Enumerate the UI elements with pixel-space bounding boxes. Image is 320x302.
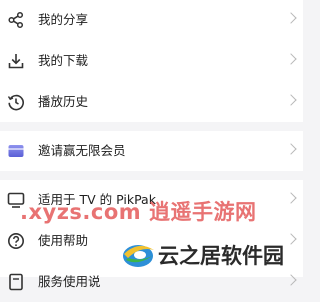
chevron-right-icon: [285, 12, 297, 24]
menu-item-label: 使用帮助: [38, 233, 89, 248]
share-icon: [6, 10, 26, 30]
menu-item-label: 邀请赢无限会员: [38, 143, 126, 158]
menu-item-my-shares[interactable]: 我的分享: [0, 0, 303, 40]
chevron-right-icon: [285, 274, 297, 286]
membership-card-icon: [6, 141, 26, 161]
document-icon: [6, 272, 26, 292]
menu-group-primary: 我的分享 我的下载 播放历史: [0, 0, 303, 122]
menu-item-invite-membership[interactable]: 邀请赢无限会员: [0, 131, 303, 171]
brand-logo-icon: [118, 232, 158, 272]
menu-item-my-downloads[interactable]: 我的下载: [0, 41, 303, 81]
chevron-right-icon: [285, 192, 297, 204]
site-watermark: .xyzs.com 逍遥手游网: [20, 200, 257, 224]
menu-item-label: 我的分享: [38, 12, 89, 27]
menu-item-label: 播放历史: [38, 94, 89, 109]
brand-watermark: 云之居软件园: [158, 244, 284, 268]
download-icon: [6, 51, 26, 71]
menu-item-play-history[interactable]: 播放历史: [0, 82, 303, 122]
chevron-right-icon: [285, 94, 297, 106]
menu-group-promo: 邀请赢无限会员: [0, 131, 303, 171]
chevron-right-icon: [285, 233, 297, 245]
chevron-right-icon: [285, 143, 297, 155]
history-icon: [6, 92, 26, 112]
menu-item-label: 我的下载: [38, 53, 89, 68]
chevron-right-icon: [285, 53, 297, 65]
menu-item-label: 服务使用说: [38, 274, 101, 289]
help-icon: [6, 231, 26, 251]
